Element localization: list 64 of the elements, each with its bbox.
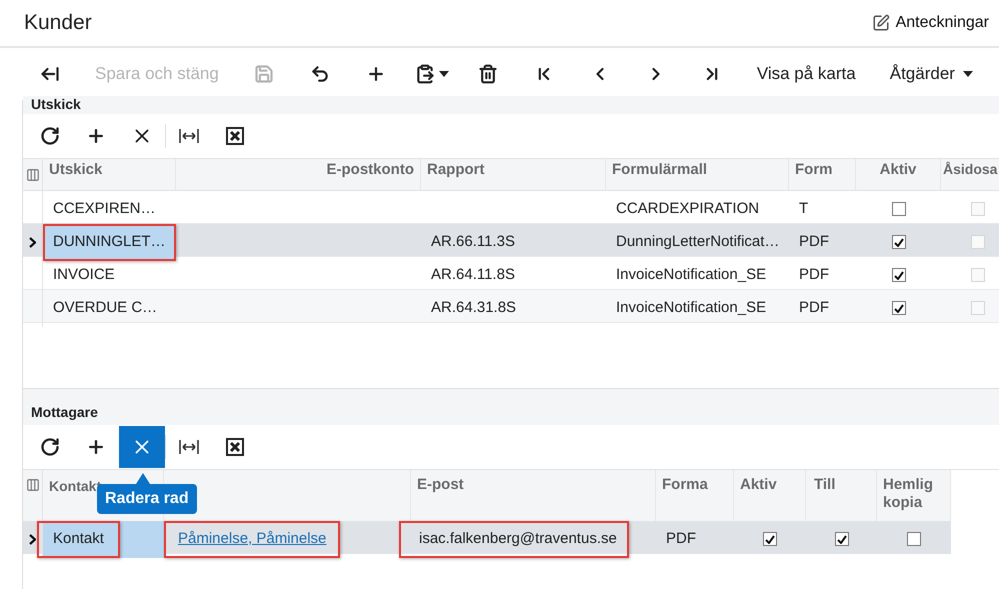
checkbox[interactable] (763, 532, 777, 546)
table-cell-text: InvoiceNotification_SE (615, 265, 768, 285)
checkbox[interactable] (892, 268, 906, 282)
table-row[interactable]: CCEXPIREN… CCARDEXPIRATION T (23, 191, 999, 224)
plus-icon (86, 437, 106, 457)
trash-icon (478, 64, 498, 84)
checkbox[interactable] (907, 532, 921, 546)
column-header[interactable]: Rapport (427, 159, 484, 182)
table-cell-text: DunningLetterNotificat… (615, 232, 780, 252)
table-cell-text: PDF (666, 529, 696, 549)
column-header[interactable]: Form (795, 159, 832, 182)
table-cell-text: PDF (798, 265, 830, 285)
column-header[interactable]: E-post (417, 476, 477, 494)
table-cell-text: OVERDUE C… (52, 298, 158, 318)
column-header[interactable]: Åsidosa (943, 159, 998, 180)
page-title: Kunder (24, 10, 92, 36)
table-cell-text: CCEXPIREN… (52, 199, 157, 219)
caret-icon (962, 71, 973, 77)
current-row-icon (29, 236, 36, 248)
checkbox[interactable] (892, 235, 906, 250)
column-header[interactable]: E-postkonto (326, 159, 414, 182)
table-cell: Kontakt (37, 521, 120, 558)
excel-icon (226, 127, 244, 145)
table-cell-text: AR.64.11.8S (430, 265, 516, 285)
plus-icon (86, 126, 106, 146)
column-header[interactable]: Forma (662, 476, 722, 494)
column-header[interactable]: Utskick (49, 159, 102, 182)
checkbox[interactable] (892, 202, 906, 216)
table-cell-text: AR.64.31.8S (430, 298, 518, 318)
column-settings-icon (26, 168, 40, 182)
toolbar-button[interactable]: Visa på karta (740, 54, 873, 94)
section-title: Mottagare (31, 403, 98, 422)
caret-icon (438, 71, 449, 77)
table-cell-text: T (798, 199, 810, 219)
column-settings-icon (26, 478, 40, 492)
clipboard-icon (414, 64, 435, 84)
table-cell: isac.falkenberg@traventus.se (399, 521, 629, 558)
table-cell-text: PDF (798, 232, 830, 252)
column-header[interactable]: Aktiv (740, 476, 800, 494)
fit-columns-icon (178, 439, 200, 455)
contact-link[interactable]: Påminelse, Påminelse (164, 521, 340, 558)
notes-link[interactable]: Anteckningar (872, 11, 989, 35)
checkbox[interactable] (892, 301, 906, 316)
undo-icon (310, 64, 330, 84)
table-cell-text: CCARDEXPIRATION (615, 199, 760, 219)
column-header[interactable]: Aktiv (880, 159, 916, 182)
fit-columns-icon (178, 128, 200, 144)
excel-icon (226, 438, 244, 456)
table-cell-text: InvoiceNotification_SE (615, 298, 768, 318)
table-cell-text: AR.66.11.3S (430, 232, 516, 252)
current-row-icon (29, 534, 36, 545)
column-header[interactable]: Formulärmall (612, 159, 708, 182)
table-cell-text: PDF (798, 298, 830, 318)
column-header[interactable]: Till (814, 476, 874, 494)
refresh-icon (40, 126, 60, 146)
table-cell-text: INVOICE (52, 265, 116, 285)
toolbar-button[interactable]: Åtgärder (872, 54, 990, 94)
refresh-icon (40, 437, 60, 457)
notes-icon (872, 14, 890, 32)
column-header[interactable]: Hemlig kopia (883, 476, 943, 512)
save-icon (254, 64, 274, 84)
section-title: Utskick (31, 97, 81, 111)
checkbox[interactable] (834, 532, 848, 546)
table-cell: DUNNINGLET… (43, 224, 176, 260)
